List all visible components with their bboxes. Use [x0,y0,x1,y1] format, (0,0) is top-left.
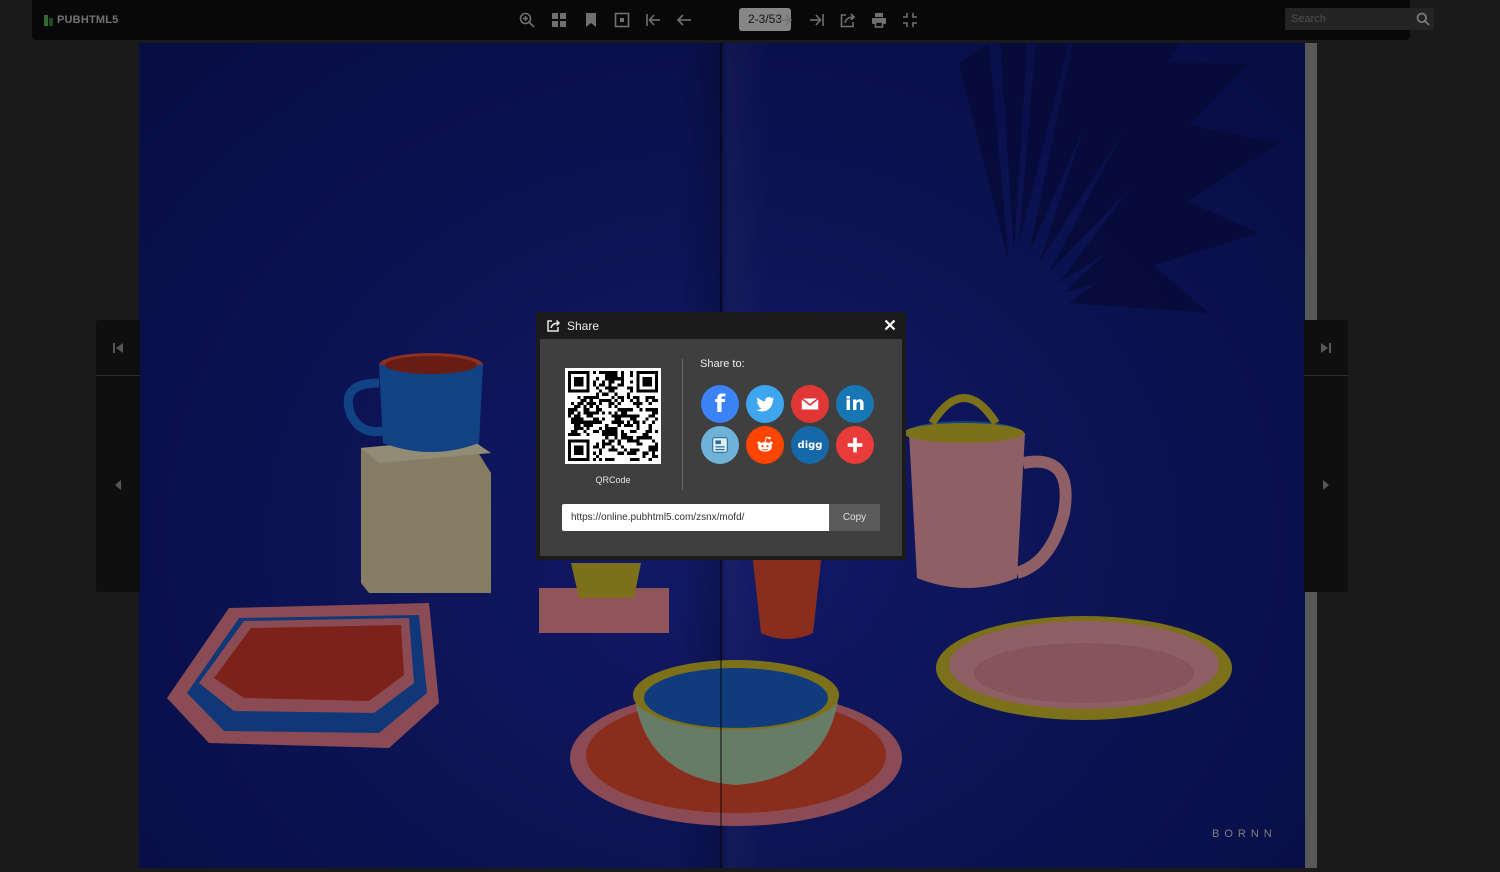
twitter-icon [756,397,775,412]
close-icon [884,319,896,331]
qr-code-label: QRCode [595,475,631,485]
qr-code [565,368,661,464]
share-dialog: Share QRCode Share to: f in digg https:/… [536,312,906,560]
share-url-field[interactable] [562,504,829,531]
twitter-share-button[interactable] [746,385,784,423]
facebook-share-button[interactable]: f [701,385,739,423]
linkedin-share-button[interactable]: in [836,385,874,423]
share-dialog-header: Share [536,312,906,339]
digg-icon: digg [797,439,823,451]
more-share-button[interactable] [836,426,874,464]
copy-button[interactable]: Copy [829,504,880,531]
email-share-button[interactable] [791,385,829,423]
share-to-label: Share to: [700,358,745,370]
mail-icon [801,397,819,410]
plus-icon [847,437,863,453]
facebook-icon: f [714,390,726,418]
qr-code-image [568,371,658,461]
reddit-share-button[interactable] [746,426,784,464]
linkedin-icon: in [844,393,866,415]
share-icon [547,319,561,332]
blogger-share-button[interactable] [701,426,739,464]
close-button[interactable] [884,318,898,332]
share-dialog-title: Share [567,319,600,333]
digg-share-button[interactable]: digg [791,426,829,464]
blogger-icon [712,437,728,453]
share-dialog-body: QRCode Share to: f in digg Copy [540,339,902,556]
vertical-divider [682,359,683,490]
reddit-icon [757,436,773,452]
